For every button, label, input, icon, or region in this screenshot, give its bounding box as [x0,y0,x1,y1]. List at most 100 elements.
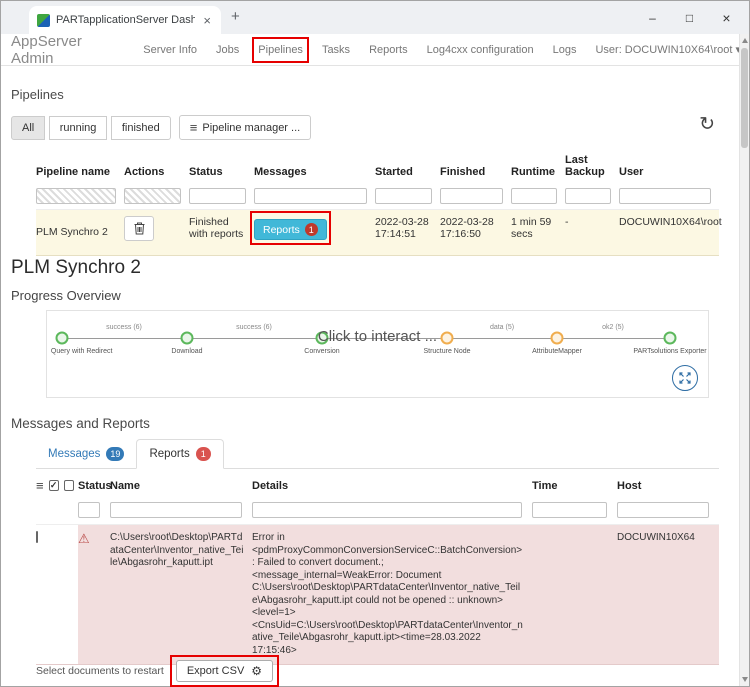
node-label: AttributeMapper [532,348,582,355]
nav-item-server-info[interactable]: Server Info [143,44,197,56]
cell-user: DOCUWIN10X64\root [619,209,719,256]
col-header-messages: Messages [254,147,375,185]
scrollbar-thumb[interactable] [741,48,748,148]
new-tab-button[interactable]: + [231,8,240,25]
menu-icon: ≡ [190,121,198,134]
maximize-button[interactable]: □ [671,11,708,25]
messages-count-badge: 19 [106,447,124,461]
filter-input-name[interactable] [110,502,242,518]
filter-input-started[interactable] [375,188,432,204]
filter-input-finished[interactable] [440,188,503,204]
filter-input-messages[interactable] [254,188,367,204]
browser-tab[interactable]: PARTapplicationServer Dashboa × [29,6,221,34]
tab-title: PARTapplicationServer Dashboa [56,14,195,26]
filter-input-details[interactable] [252,502,522,518]
pipelines-filter-group: All running finished [11,116,171,140]
reports-footer: Select documents to restart Export CSV ⚙ [36,660,273,682]
filter-cell [254,185,375,209]
pipeline-manager-button[interactable]: ≡ Pipeline manager ... [179,115,311,140]
row-checkbox[interactable] [36,531,38,543]
app-navbar: AppServer Admin Server Info Jobs Pipelin… [1,34,741,66]
tab-messages-label: Messages [48,448,100,460]
minimize-button[interactable]: – [634,11,671,25]
col-header-details: Details [252,470,532,500]
filter-cell [619,185,719,209]
workflow-canvas[interactable]: success (6) success (6) data (5) ok2 (5)… [46,310,709,398]
filter-input-host[interactable] [617,502,709,518]
finished-time: 17:16:50 [440,228,505,240]
cell-started: 2022-03-28 17:14:51 [375,209,440,256]
filter-cell [124,185,189,209]
node-label: PARTsolutions Exporter [633,348,706,355]
filter-cell [375,185,440,209]
click-to-interact-overlay[interactable]: Click to interact ... [47,328,708,345]
cell-status: Finished with reports [189,209,254,256]
nav-item-log4cxx[interactable]: Log4cxx configuration [427,44,534,56]
filter-input-status[interactable] [189,188,246,204]
list-icon[interactable]: ≡ [36,479,44,492]
col-header-time: Time [532,470,617,500]
node-label: Conversion [304,348,339,355]
tab-close-icon[interactable]: × [201,14,213,27]
filter-running-button[interactable]: running [49,116,108,140]
col-header-finished: Finished [440,147,511,185]
node-label: Download [171,348,202,355]
filter-cell [36,185,124,209]
pipelines-heading: Pipelines [11,87,64,102]
page-scrollbar[interactable] [739,34,749,686]
cell-details: Error in <pdmProxyCommonConversionServic… [252,524,532,665]
col-header-status: Status [78,470,110,500]
nav-item-jobs[interactable]: Jobs [216,44,239,56]
cell-messages: Reports 1 [254,209,375,256]
select-controls: ≡ ✓ [36,470,78,500]
filter-input-runtime[interactable] [511,188,557,204]
nav-item-pipelines[interactable]: Pipelines [258,44,303,56]
fullscreen-button[interactable] [672,365,698,391]
reports-button[interactable]: Reports 1 [254,219,327,240]
reports-count-badge: 1 [305,223,318,236]
filter-finished-button[interactable]: finished [111,116,171,140]
filter-input-pipeline-name[interactable] [36,188,116,204]
cell-finished: 2022-03-28 17:16:50 [440,209,511,256]
cell-name: C:\Users\root\Desktop\PARTdataCenter\Inv… [110,524,252,665]
cell-time [532,524,617,665]
export-csv-button[interactable]: Export CSV ⚙ [176,660,273,682]
col-header-status: Status [189,147,254,185]
col-header-last-backup: Last Backup [565,147,619,185]
filter-input-time[interactable] [532,502,607,518]
pipelines-table: Pipeline name Actions Status Messages St… [36,147,719,256]
nav-item-reports[interactable]: Reports [369,44,408,56]
filter-all-button[interactable]: All [11,116,45,140]
col-header-host: Host [617,470,719,500]
window-controls: – □ × [634,1,745,34]
export-csv-label: Export CSV [187,665,244,677]
cell-actions [124,209,189,256]
favicon-icon [37,14,50,27]
close-button[interactable]: × [708,10,745,26]
scroll-down-arrow-icon[interactable] [742,677,748,682]
select-all-checkbox[interactable]: ✓ [49,480,59,491]
warning-icon: ⚠ [78,531,90,546]
nav-item-user-menu[interactable]: User: DOCUWIN10X64\root ▾ [595,43,741,56]
nav-item-tasks[interactable]: Tasks [322,44,350,56]
reports-tab-badge: 1 [196,447,211,461]
filter-input-actions[interactable] [124,188,181,204]
delete-pipeline-button[interactable] [124,216,154,241]
deselect-all-checkbox[interactable] [64,480,74,491]
nav-item-logs[interactable]: Logs [553,44,577,56]
refresh-icon[interactable]: ↻ [699,113,715,136]
col-header-name: Name [110,470,252,500]
col-header-user: User [619,147,719,185]
filter-cell [440,185,511,209]
restart-hint-label: Select documents to restart [36,665,164,677]
scroll-up-arrow-icon[interactable] [742,38,748,43]
filter-input-last-backup[interactable] [565,188,611,204]
filter-input-user[interactable] [619,188,711,204]
gear-icon: ⚙ [251,665,262,677]
col-header-pipeline-name: Pipeline name [36,147,124,185]
tab-reports[interactable]: Reports 1 [136,439,223,469]
app-brand[interactable]: AppServer Admin [11,33,124,67]
filter-cell [565,185,619,209]
tab-messages[interactable]: Messages 19 [36,440,136,468]
filter-input-status[interactable] [78,502,100,518]
